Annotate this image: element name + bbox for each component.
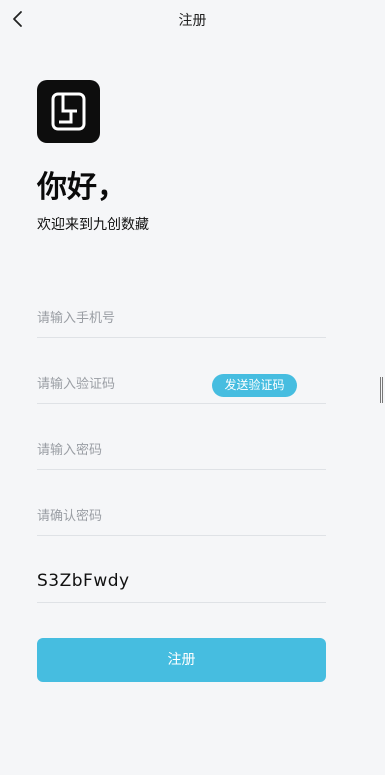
captcha-field: S3ZbFwdy xyxy=(37,566,326,603)
password-field xyxy=(37,433,326,470)
welcome-text: 欢迎来到九创数藏 xyxy=(37,217,149,233)
header-bar: 注册 xyxy=(0,0,385,40)
send-code-button[interactable]: 发送验证码 xyxy=(212,374,297,397)
code-input[interactable] xyxy=(37,367,207,401)
password-input[interactable] xyxy=(37,433,207,467)
page-title: 注册 xyxy=(178,13,207,29)
greeting-heading: 你好， xyxy=(37,170,127,205)
phone-field xyxy=(37,301,326,338)
scroll-handle[interactable] xyxy=(380,377,383,403)
logo-mark-icon xyxy=(51,92,86,131)
captcha-code[interactable]: S3ZbFwdy xyxy=(37,571,130,591)
code-field: 发送验证码 xyxy=(37,367,326,404)
phone-input[interactable] xyxy=(37,301,207,335)
confirm-password-input[interactable] xyxy=(37,499,207,533)
confirm-password-field xyxy=(37,499,326,536)
register-button[interactable]: 注册 xyxy=(37,638,326,682)
app-logo xyxy=(37,80,100,143)
